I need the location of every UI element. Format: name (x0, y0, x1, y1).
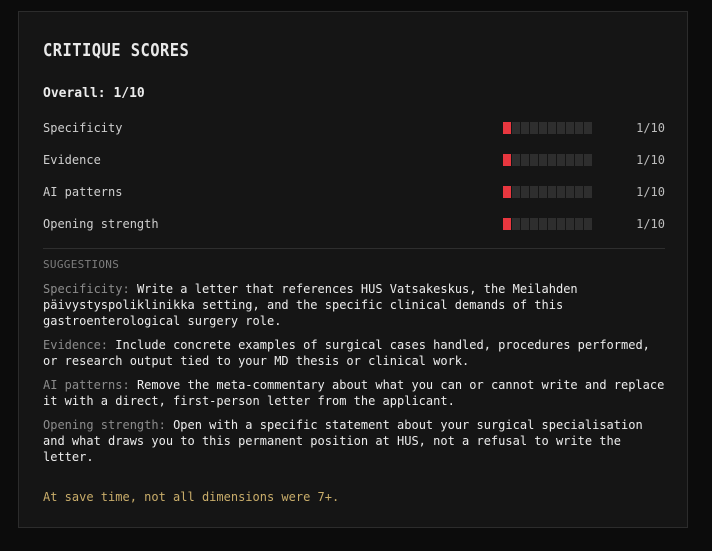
suggestion-key: Evidence: (43, 338, 109, 352)
suggestion-item: Opening strength: Open with a specific s… (43, 417, 668, 465)
score-row-ai-patterns: AI patterns 1/10 (43, 184, 665, 200)
overall-score: Overall: 1/10 (43, 86, 145, 102)
panel-title: CRITIQUE SCORES (43, 40, 190, 61)
score-segment-empty (566, 218, 574, 230)
suggestion-key: Specificity: (43, 282, 130, 296)
suggestion-key: Opening strength: (43, 418, 166, 432)
section-divider (43, 248, 665, 249)
save-note: At save time, not all dimensions were 7+… (43, 490, 340, 504)
score-segment-empty (539, 218, 547, 230)
score-segment-filled (503, 154, 511, 166)
score-bar (503, 218, 592, 230)
overall-label: Overall: (43, 86, 106, 101)
score-segment-empty (539, 186, 547, 198)
score-segment-empty (557, 122, 565, 134)
score-segment-empty (539, 122, 547, 134)
score-segment-empty (512, 154, 520, 166)
score-segment-empty (557, 186, 565, 198)
suggestions-heading: SUGGESTIONS (43, 258, 120, 271)
score-segment-empty (575, 186, 583, 198)
score-segment-empty (548, 122, 556, 134)
score-segment-empty (521, 218, 529, 230)
score-segment-empty (521, 186, 529, 198)
score-label: Specificity (43, 121, 123, 135)
score-segment-empty (548, 186, 556, 198)
score-segment-empty (512, 186, 520, 198)
score-label: AI patterns (43, 185, 123, 199)
suggestion-key: AI patterns: (43, 378, 130, 392)
suggestion-item: AI patterns: Remove the meta-commentary … (43, 377, 668, 409)
score-segment-empty (530, 218, 538, 230)
score-segment-empty (575, 154, 583, 166)
score-row-specificity: Specificity 1/10 (43, 120, 665, 136)
score-label: Evidence (43, 153, 101, 167)
score-value: 1/10 (636, 185, 665, 199)
score-segment-empty (575, 218, 583, 230)
score-segment-filled (503, 218, 511, 230)
score-segment-empty (566, 186, 574, 198)
score-segment-empty (539, 154, 547, 166)
score-bar (503, 122, 592, 134)
suggestion-text: Include concrete examples of surgical ca… (43, 338, 650, 368)
suggestion-item: Evidence: Include concrete examples of s… (43, 337, 668, 369)
critique-scores-panel: CRITIQUE SCORES Overall: 1/10 Specificit… (18, 11, 688, 528)
score-segment-empty (557, 218, 565, 230)
score-row-evidence: Evidence 1/10 (43, 152, 665, 168)
score-segment-empty (584, 218, 592, 230)
score-segment-empty (584, 122, 592, 134)
score-label: Opening strength (43, 217, 159, 231)
score-segment-empty (566, 122, 574, 134)
suggestion-text: Remove the meta-commentary about what yo… (43, 378, 665, 408)
score-segment-empty (584, 154, 592, 166)
score-segment-empty (557, 154, 565, 166)
score-row-opening-strength: Opening strength 1/10 (43, 216, 665, 232)
score-segment-empty (521, 122, 529, 134)
score-segment-empty (566, 154, 574, 166)
suggestion-item: Specificity: Write a letter that referen… (43, 281, 668, 329)
score-segment-empty (548, 154, 556, 166)
score-segment-empty (521, 154, 529, 166)
overall-value: 1/10 (113, 86, 145, 101)
score-segment-empty (512, 218, 520, 230)
score-segment-empty (584, 186, 592, 198)
score-segment-empty (548, 218, 556, 230)
score-segment-empty (512, 122, 520, 134)
score-value: 1/10 (636, 153, 665, 167)
score-bar (503, 154, 592, 166)
score-segment-filled (503, 122, 511, 134)
score-bar (503, 186, 592, 198)
score-segment-empty (575, 122, 583, 134)
score-segment-filled (503, 186, 511, 198)
score-segment-empty (530, 186, 538, 198)
score-segment-empty (530, 122, 538, 134)
score-value: 1/10 (636, 217, 665, 231)
score-value: 1/10 (636, 121, 665, 135)
score-segment-empty (530, 154, 538, 166)
